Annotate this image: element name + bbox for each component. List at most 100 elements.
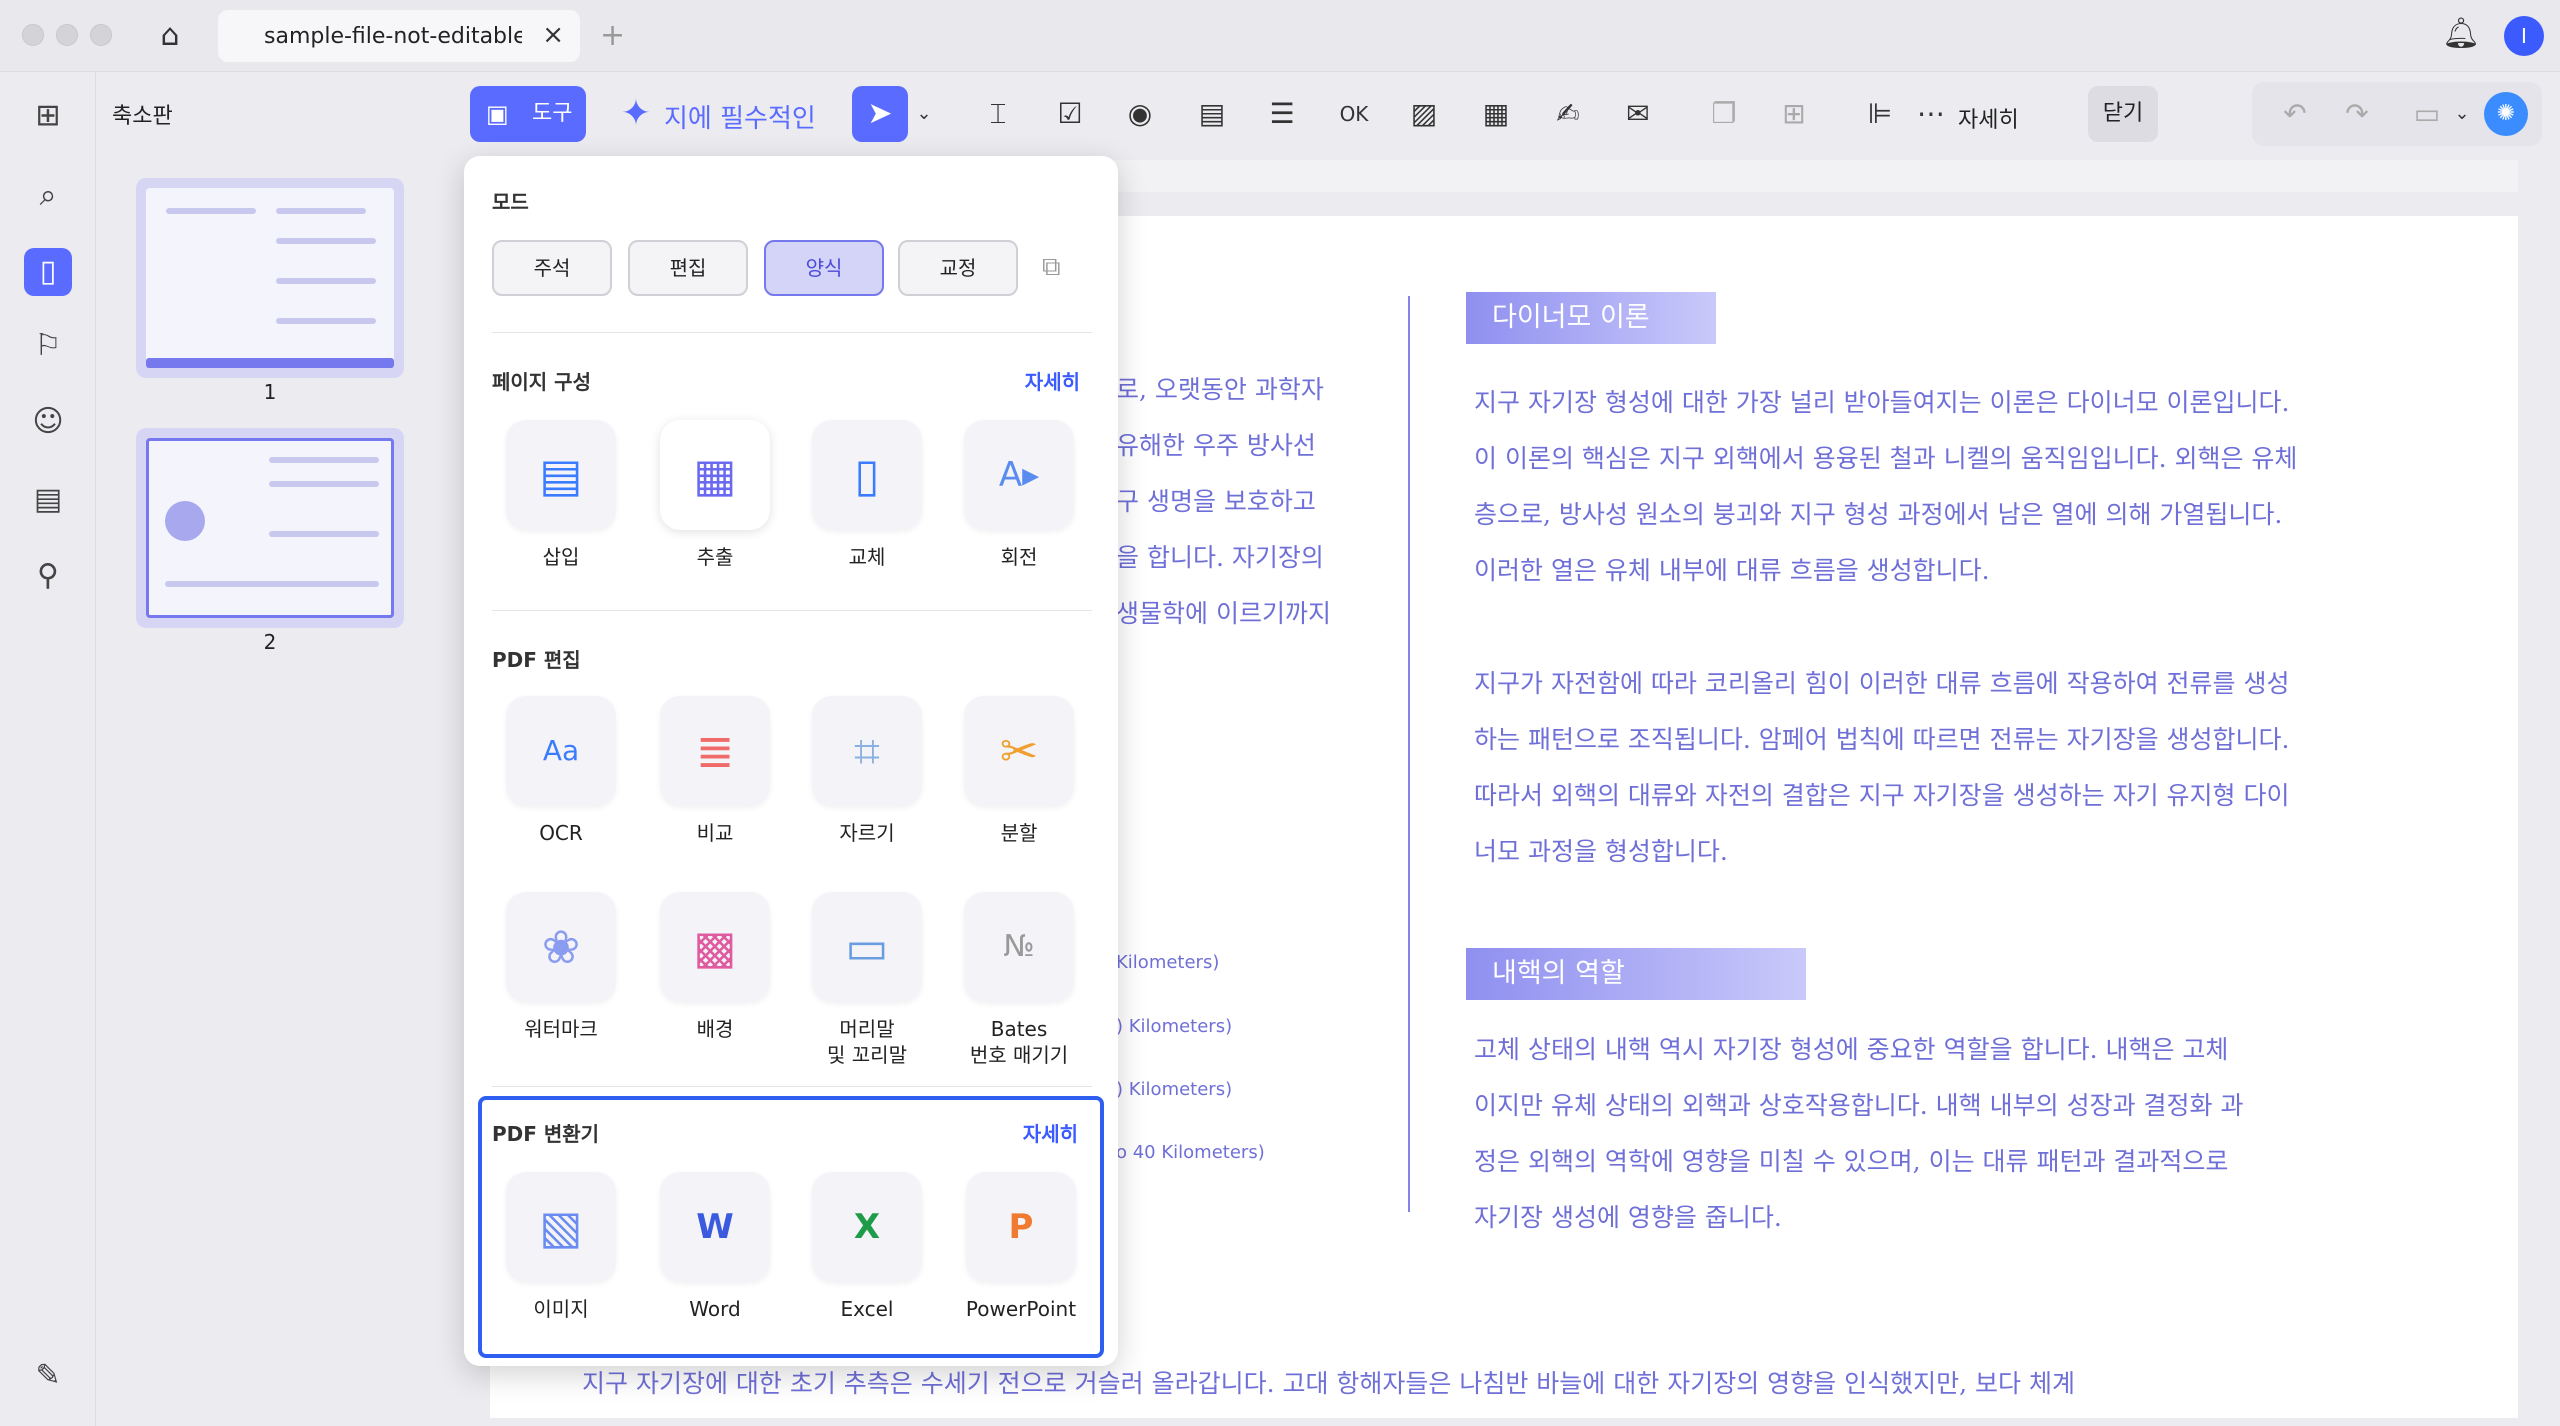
tab-close-icon[interactable]: ×: [542, 20, 564, 50]
search-icon[interactable]: ⌕: [24, 172, 72, 220]
home-icon[interactable]: ⌂: [150, 16, 190, 56]
page-thumbnail-1[interactable]: [136, 178, 404, 378]
ok-button-icon[interactable]: OK: [1326, 86, 1382, 142]
tool-insert[interactable]: ▤ 삽입: [502, 420, 620, 570]
thumbnail-line: [276, 208, 366, 214]
list-box-icon[interactable]: ☰: [1254, 86, 1310, 142]
paragraph-dynamo-2: 지구가 자전함에 따라 코리올리 힘이 이러한 대류 흐름에 작용하여 전류를 …: [1474, 656, 2289, 880]
toolbar: ▣ 도구 ✦ 지에 필수적인 ➤ ⌄ ⌶ ☑ ◉ ▤ ☰ OK ▨ ▦ ✍ ✉ …: [450, 72, 2560, 156]
undo-icon[interactable]: ↶: [2270, 86, 2320, 142]
tools-button[interactable]: ▣ 도구: [470, 86, 586, 142]
tool-crop[interactable]: ⌗ 자르기: [808, 696, 926, 846]
tool-split[interactable]: ✂ 분할: [960, 696, 1078, 846]
left-column-text-line: 생물학에 이르기까지: [1116, 599, 1331, 628]
bates-number-icon: №: [964, 892, 1074, 1002]
radio-button-icon[interactable]: ◉: [1112, 86, 1168, 142]
external-link-icon[interactable]: ⧉: [1042, 252, 1061, 283]
ai-sparkle-icon[interactable]: ✦: [608, 86, 664, 142]
convert-to-word[interactable]: W Word: [656, 1172, 774, 1322]
image-icon: ▧: [506, 1172, 616, 1282]
column-divider: [1408, 296, 1410, 1212]
signature-icon[interactable]: ✍: [1540, 86, 1596, 142]
diagram-label: ) Kilometers): [1116, 1079, 1233, 1100]
converter-more-link[interactable]: 자세히: [1023, 1118, 1078, 1147]
label-line-1: Bates: [990, 1017, 1048, 1041]
tool-label: 추출: [696, 545, 734, 569]
chevron-down-icon[interactable]: ⌄: [912, 86, 936, 142]
duplicate-icon[interactable]: ❐: [1696, 86, 1752, 142]
ai-assistant-icon[interactable]: ✺: [2484, 92, 2528, 136]
mode-button-edit[interactable]: 편집: [628, 240, 748, 296]
page-setup-more-link[interactable]: 자세히: [1025, 366, 1080, 395]
icon-glyph: ▦: [693, 448, 737, 502]
tools-label: 도구: [532, 101, 573, 126]
date-field-icon[interactable]: ▦: [1468, 86, 1524, 142]
save-chevron-icon[interactable]: ⌄: [2450, 86, 2474, 142]
convert-to-image[interactable]: ▧ 이미지: [502, 1172, 620, 1322]
tool-watermark[interactable]: ❀ 워터마크: [502, 892, 620, 1042]
text-line: 이 이론의 핵심은 지구 외핵에서 용융된 철과 니켈의 움직임입니다. 외핵은…: [1474, 444, 2298, 473]
save-icon[interactable]: ▭: [2402, 86, 2452, 142]
convert-to-excel[interactable]: X Excel: [808, 1172, 926, 1322]
more-dots-icon[interactable]: ⋯: [1906, 86, 1956, 142]
tool-label: PowerPoint: [965, 1297, 1077, 1321]
icon-glyph: ▧: [539, 1200, 583, 1254]
tool-ocr[interactable]: Aa OCR: [502, 696, 620, 846]
section-divider: [492, 1086, 1092, 1087]
converter-section-title: PDF 변환기: [492, 1122, 600, 1146]
user-avatar[interactable]: I: [2504, 16, 2544, 56]
tool-background[interactable]: ▩ 배경: [656, 892, 774, 1042]
select-cursor-icon[interactable]: ➤: [852, 86, 908, 142]
attachment-icon[interactable]: ⚲: [24, 552, 72, 600]
tool-compare[interactable]: ≣ 비교: [656, 696, 774, 846]
excel-icon: X: [812, 1172, 922, 1282]
page-number-1: 1: [263, 380, 277, 404]
tool-replace[interactable]: ▯ 교체: [808, 420, 926, 570]
heading-inner-core-role: 내핵의 역할: [1466, 948, 1806, 1000]
label-line-1: 배경: [696, 1017, 734, 1041]
window-minimize-control[interactable]: [56, 24, 78, 46]
convert-to-powerpoint[interactable]: P PowerPoint: [956, 1172, 1086, 1322]
document-tab[interactable]: sample-file-not-editable-k ×: [218, 10, 580, 62]
text-line: 이러한 열은 유체 내부에 대류 흐름을 생성합니다.: [1474, 556, 1990, 585]
bookmark-icon[interactable]: ⚐: [24, 322, 72, 370]
tool-label: 교체: [848, 545, 886, 569]
icon-glyph: X: [853, 1207, 881, 1247]
form-fields-icon[interactable]: ▤: [24, 476, 72, 524]
text-line: 층으로, 방사성 원소의 붕괴와 지구 형성 과정에서 남은 열에 의해 가열됩…: [1474, 500, 2283, 529]
image-field-icon[interactable]: ▨: [1396, 86, 1452, 142]
mode-button-form[interactable]: 양식: [764, 240, 884, 296]
thumbnail-line: [269, 481, 379, 487]
new-tab-icon[interactable]: +: [600, 18, 625, 53]
text-field-icon[interactable]: ⌶: [970, 86, 1026, 142]
mode-button-annotate[interactable]: 주석: [492, 240, 612, 296]
close-mode-button[interactable]: 닫기: [2088, 86, 2158, 142]
checkbox-icon[interactable]: ☑: [1042, 86, 1098, 142]
tool-extract[interactable]: ▦ 추출: [656, 420, 774, 570]
icon-glyph: ▤: [539, 448, 583, 502]
text-line: 지구가 자전함에 따라 코리올리 힘이 이러한 대류 흐름에 작용하여 전류를 …: [1474, 669, 2290, 698]
notification-bell-icon[interactable]: 🔔︎: [2442, 16, 2480, 51]
text-line: 하는 패턴으로 조직됩니다. 암페어 법칙에 따르면 전류는 자기장을 생성합니…: [1474, 725, 2290, 754]
mode-button-proofread[interactable]: 교정: [898, 240, 1018, 296]
more-label[interactable]: 자세히: [1958, 102, 2019, 134]
digital-signature-icon[interactable]: ✉: [1610, 86, 1666, 142]
section-divider: [492, 332, 1092, 333]
combo-box-icon[interactable]: ▤: [1184, 86, 1240, 142]
tool-rotate[interactable]: A▸ 회전: [960, 420, 1078, 570]
page-thumbnail-2[interactable]: [136, 428, 404, 628]
ai-hint-text: 지에 필수적인: [664, 104, 816, 134]
window-zoom-control[interactable]: [90, 24, 112, 46]
grid-fields-icon[interactable]: ⊞: [1766, 86, 1822, 142]
window-close-control[interactable]: [22, 24, 44, 46]
thumbnails-page-icon[interactable]: ▯: [24, 248, 72, 296]
tool-header-footer[interactable]: ▭ 머리말 및 꼬리말: [808, 892, 926, 1068]
align-icon[interactable]: ⊫: [1852, 86, 1908, 142]
tool-bates-numbering[interactable]: № Bates 번호 매기기: [960, 892, 1078, 1068]
plugin-icon[interactable]: ✎: [24, 1352, 72, 1400]
comment-icon[interactable]: ☺: [24, 398, 72, 446]
watermark-icon: ❀: [506, 892, 616, 1002]
section-divider: [492, 610, 1092, 611]
grid-apps-icon[interactable]: ⊞: [24, 92, 72, 140]
redo-icon[interactable]: ↷: [2332, 86, 2382, 142]
